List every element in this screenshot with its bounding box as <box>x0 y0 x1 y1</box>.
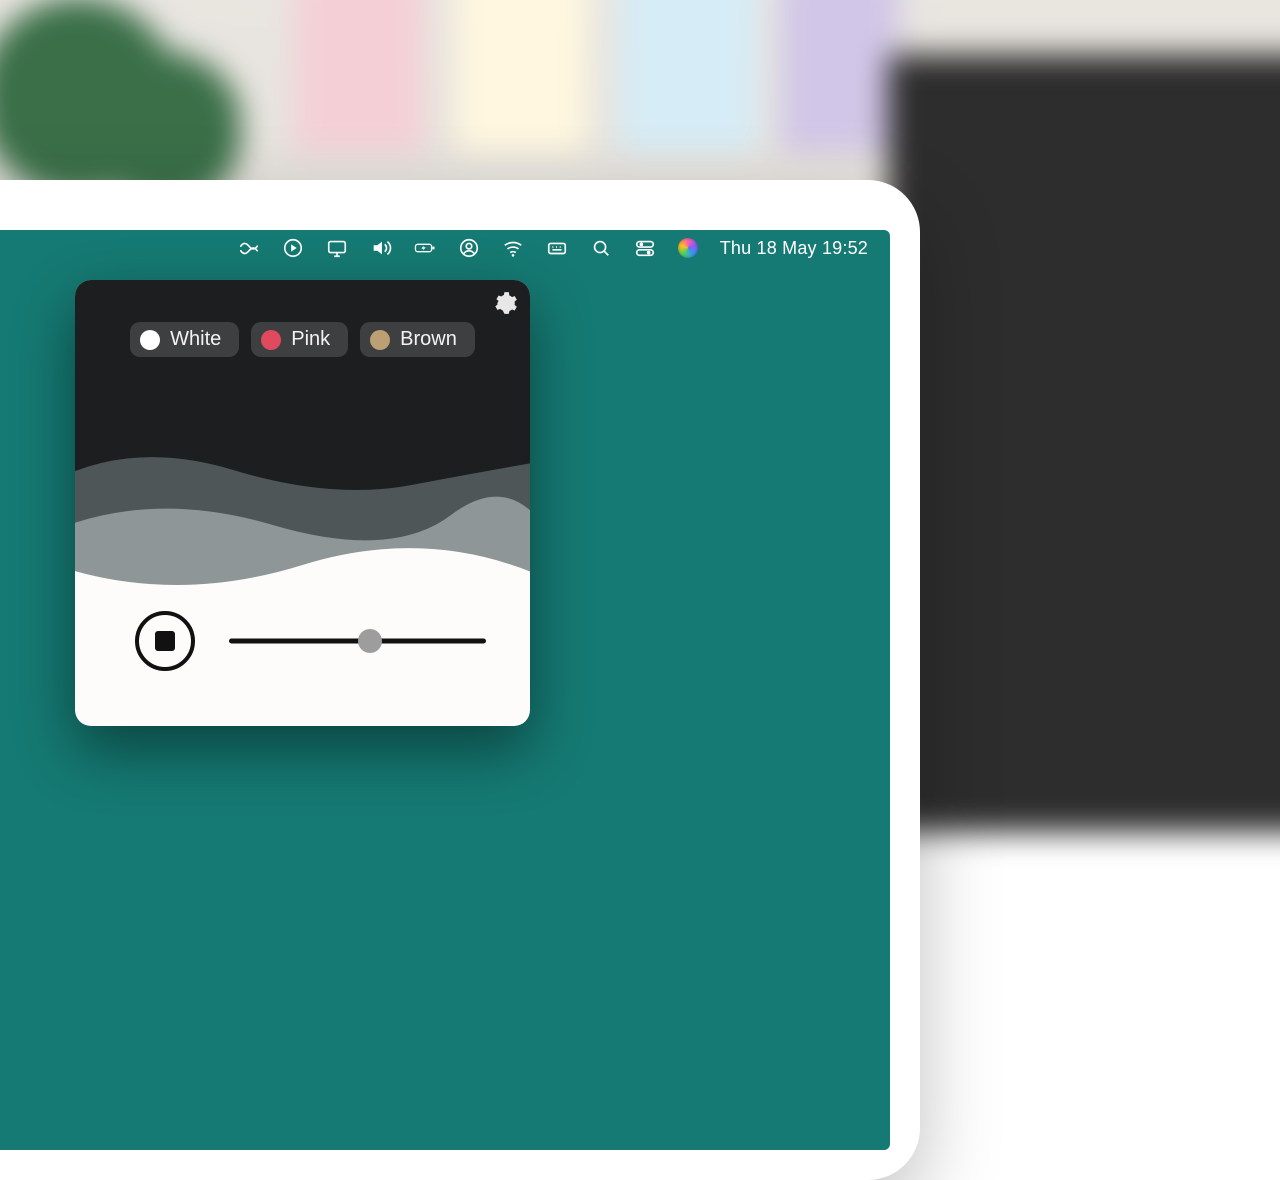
user-menubar-icon[interactable] <box>458 237 480 259</box>
playback-controls <box>75 566 530 726</box>
control-center-icon[interactable] <box>634 237 656 259</box>
noise-app-menubar-icon[interactable] <box>238 237 260 259</box>
menu-bar: Thu 18 May 19:52 <box>0 230 890 266</box>
volume-slider-thumb[interactable] <box>358 629 382 653</box>
settings-gear-icon[interactable] <box>492 290 518 316</box>
noise-option-brown[interactable]: Brown <box>360 322 475 357</box>
stop-button[interactable] <box>135 611 195 671</box>
wifi-menubar-icon[interactable] <box>502 237 524 259</box>
spotlight-search-icon[interactable] <box>590 237 612 259</box>
noise-app-panel: White Pink Brown <box>75 280 530 726</box>
volume-slider[interactable] <box>229 631 486 651</box>
noise-option-pink[interactable]: Pink <box>251 322 348 357</box>
play-menubar-icon[interactable] <box>282 237 304 259</box>
keyboard-menubar-icon[interactable] <box>546 237 568 259</box>
display-menubar-icon[interactable] <box>326 237 348 259</box>
noise-swatch-white <box>140 330 160 350</box>
noise-option-label: Brown <box>400 328 457 351</box>
noise-option-label: White <box>170 328 221 351</box>
menubar-clock[interactable]: Thu 18 May 19:52 <box>720 238 868 259</box>
noise-option-label: Pink <box>291 328 330 351</box>
noise-swatch-brown <box>370 330 390 350</box>
noise-type-selector: White Pink Brown <box>75 322 530 357</box>
noise-option-white[interactable]: White <box>130 322 239 357</box>
volume-menubar-icon[interactable] <box>370 237 392 259</box>
battery-charging-menubar-icon[interactable] <box>414 237 436 259</box>
noise-swatch-pink <box>261 330 281 350</box>
stop-icon <box>155 631 175 651</box>
siri-icon[interactable] <box>678 238 698 258</box>
